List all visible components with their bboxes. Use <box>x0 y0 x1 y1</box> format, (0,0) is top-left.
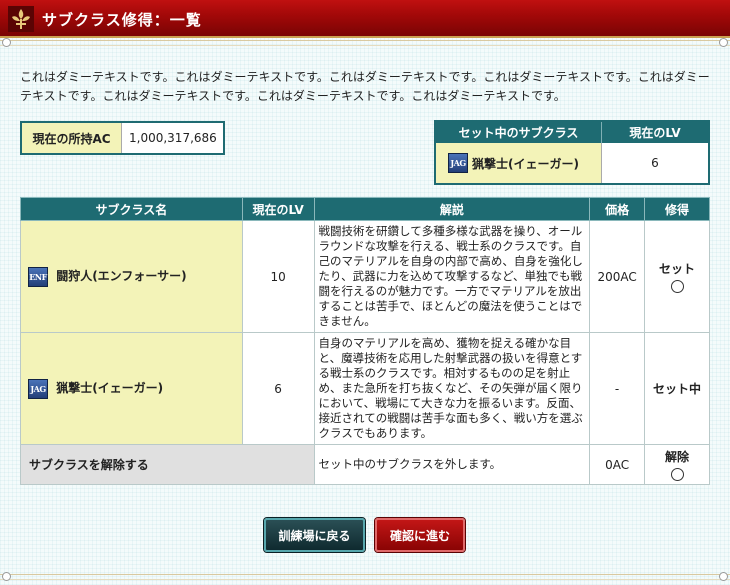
subclass-name-cell: ENF 闘狩人(エンフォーサー) <box>20 220 243 333</box>
subclass-action-cell: セット中 <box>644 332 710 445</box>
currently-set-label: セット中 <box>653 382 702 396</box>
col-header-lv: 現在のLV <box>241 197 315 221</box>
subclass-price: - <box>589 332 646 445</box>
subclass-table: サブクラス名 現在のLV 解説 価格 修得 ENF 闘狩人(エンフォーサー) 1… <box>20 197 710 485</box>
subclass-description: 自身のマテリアルを高め、獲物を捉える確かな目と、魔導技術を応用した射撃武器の扱い… <box>313 332 591 445</box>
col-header-name: サブクラス名 <box>20 197 243 221</box>
subclass-name-cell: JAG 猟撃士(イェーガー) <box>20 332 243 445</box>
table-row: JAG 猟撃士(イェーガー) 6 自身のマテリアルを高め、獲物を捉える確かな目と… <box>20 332 710 445</box>
current-subclass-lv: 6 <box>651 156 659 170</box>
table-header-row: サブクラス名 現在のLV 解説 価格 修得 <box>20 197 710 221</box>
back-to-training-button[interactable]: 訓練場に戻る <box>264 518 365 552</box>
table-row: ENF 闘狩人(エンフォーサー) 10 戦闘技術を研鑽して多種多様な武器を操り、… <box>20 220 710 333</box>
proceed-to-confirm-button[interactable]: 確認に進む <box>375 518 465 552</box>
current-subclass-col-class: セット中のサブクラス <box>436 122 602 143</box>
current-subclass-col-lv: 現在のLV <box>629 126 681 140</box>
remove-label: 解除 <box>665 450 690 464</box>
subclass-action-cell: セット <box>644 220 710 333</box>
remove-radio[interactable] <box>670 468 684 481</box>
remove-subclass-description: セット中のサブクラスを外します。 <box>313 444 591 485</box>
set-label: セット <box>659 262 696 276</box>
set-radio[interactable] <box>670 280 684 293</box>
current-subclass-box: セット中のサブクラス 現在のLV JAG 猟撃士(イェーガー) 6 <box>434 120 710 185</box>
jaeger-class-icon: JAG <box>448 153 468 173</box>
page-title: サブクラス修得：一覧 <box>42 11 202 29</box>
subclass-lv: 6 <box>241 332 315 445</box>
current-subclass-header: セット中のサブクラス 現在のLV <box>436 122 708 143</box>
subclass-description: 戦闘技術を研鑽して多種多様な武器を操り、オールラウンドな攻撃を行える、戦士系のク… <box>313 220 591 333</box>
ac-label: 現在の所持AC <box>22 123 122 153</box>
frame-rivet-icon <box>2 38 11 47</box>
remove-subclass-price: 0AC <box>589 444 646 485</box>
ac-balance-box: 現在の所持AC 1,000,317,686 <box>20 121 225 155</box>
frame-rivet-icon <box>2 572 11 581</box>
enforcer-class-icon: ENF <box>28 266 48 287</box>
remove-action-cell: 解除 <box>644 444 710 485</box>
title-bar: サブクラス修得：一覧 <box>0 0 730 38</box>
frame-rivet-icon <box>719 572 728 581</box>
col-header-price: 価格 <box>589 197 646 221</box>
col-header-desc: 解説 <box>313 197 591 221</box>
fleur-de-lis-icon <box>8 6 34 32</box>
remove-subclass-label: サブクラスを解除する <box>20 444 315 485</box>
subclass-lv: 10 <box>241 220 315 333</box>
subclass-name: 闘狩人(エンフォーサー) <box>56 268 187 283</box>
subclass-name: 猟撃士(イェーガー) <box>56 380 164 395</box>
intro-text: これはダミーテキストです。これはダミーテキストです。これはダミーテキストです。こ… <box>20 70 710 103</box>
bottom-frame-divider <box>0 572 730 581</box>
current-subclass-name-cell: JAG 猟撃士(イェーガー) <box>436 143 602 183</box>
ac-value: 1,000,317,686 <box>129 131 217 145</box>
current-subclass-name: 猟撃士(イェーガー) <box>472 156 579 171</box>
subclass-price: 200AC <box>589 220 646 333</box>
frame-rivet-icon <box>719 38 728 47</box>
jaeger-class-icon: JAG <box>28 378 48 399</box>
col-header-action: 修得 <box>644 197 710 221</box>
current-subclass-row: JAG 猟撃士(イェーガー) 6 <box>436 143 708 183</box>
top-frame-divider <box>0 38 730 47</box>
remove-subclass-row: サブクラスを解除する セット中のサブクラスを外します。 0AC 解除 <box>20 444 710 485</box>
